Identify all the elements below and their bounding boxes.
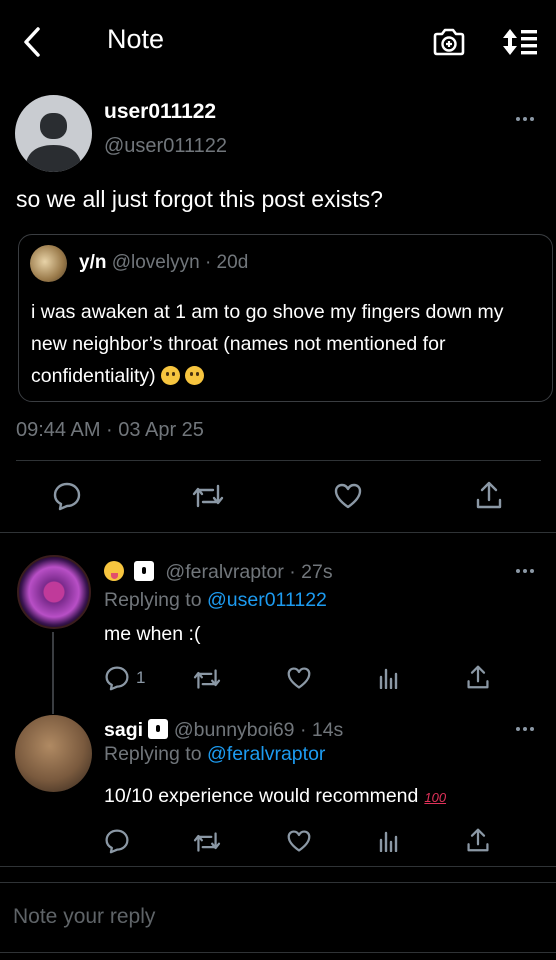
views-button[interactable] [378,830,400,852]
bar-chart-icon [379,831,398,852]
more-options-button[interactable] [515,726,535,732]
post-timestamp: 09:44 AM · 03 Apr 25 [16,419,204,441]
share-button[interactable] [475,480,503,510]
sort-button[interactable] [500,24,540,60]
replying-to: Replying to @user011122 [104,589,327,612]
reply-handle[interactable]: @bunnyboi69 [174,719,295,741]
divider [0,866,556,867]
ellipsis-icon [516,569,534,573]
ellipsis-icon [516,117,534,121]
page-title: Note [107,24,165,54]
reply-button[interactable] [104,828,130,854]
replying-prefix: Replying to [104,743,202,765]
avatar[interactable] [17,555,91,629]
back-button[interactable] [14,24,50,60]
bar-chart-icon [379,668,398,689]
reply-button[interactable] [52,481,82,511]
quoted-handle: @lovelyyn [111,252,200,273]
quoted-age: · 20d [204,252,249,273]
camera-plus-icon [433,28,465,56]
like-button[interactable] [286,666,312,690]
chevron-left-icon [24,27,40,57]
lock-icon [134,561,154,581]
share-icon [476,481,502,509]
camera-button[interactable] [431,24,467,60]
quoted-text: i was awaken at 1 am to go shove my fing… [31,301,504,387]
repost-icon [193,669,221,689]
author-handle[interactable]: @user011122 [104,135,227,158]
reply-input[interactable]: Note your reply [13,905,155,929]
tongue-emoji-icon [104,561,124,581]
heart-icon [287,667,311,689]
repost-button[interactable] [192,667,222,691]
like-button[interactable] [286,829,312,853]
reply-text-block: 10/10 experience would recommend 100 [104,785,446,808]
comment-icon [105,829,129,854]
quoted-text-block: i was awaken at 1 am to go shove my fing… [31,296,531,392]
more-options-button[interactable] [515,568,535,574]
repost-button[interactable] [192,830,222,854]
reply-handle[interactable]: @feralvraptor [165,561,283,583]
default-user-icon [25,113,82,172]
comment-icon [53,482,81,511]
reply-count: 1 [136,668,146,687]
avatar[interactable] [15,95,92,172]
quoted-name: y/n [79,252,107,273]
avatar[interactable] [15,715,92,792]
repost-button[interactable] [191,482,225,510]
reply-button[interactable]: 1 [104,665,145,691]
divider [16,460,541,461]
more-options-button[interactable] [515,116,535,122]
ellipsis-icon [516,727,534,731]
laughing-emoji-icon [184,366,204,385]
share-icon [467,665,489,689]
reply-header: @feralvraptor · 27s [104,561,333,584]
quoted-header: y/n @lovelyyn · 20d [79,252,248,274]
replying-prefix: Replying to [104,589,202,611]
quoted-avatar [30,245,67,282]
replying-to-link[interactable]: @user011122 [207,589,327,611]
share-button[interactable] [466,664,490,690]
divider [0,532,556,533]
post-text: so we all just forgot this post exists? [16,186,383,212]
sort-list-icon [503,29,537,55]
share-icon [467,828,489,852]
comment-icon [105,666,129,691]
reply-header: sagi @bunnyboi69 · 14s [104,719,343,742]
repost-icon [193,832,221,852]
heart-icon [334,483,362,509]
divider [0,952,556,953]
author-name[interactable]: user011122 [104,100,216,124]
hundred-points-emoji-icon: 100 [424,790,447,805]
reply-name[interactable]: sagi [104,719,143,741]
replying-to: Replying to @feralvraptor [104,743,325,766]
reply-age: · 14s [299,719,344,741]
grimace-emoji-icon [160,366,180,385]
thread-line [52,632,54,714]
views-button[interactable] [378,667,400,689]
replying-to-link[interactable]: @feralvraptor [207,743,325,765]
lock-icon [148,719,169,739]
divider [0,882,556,883]
like-button[interactable] [333,482,363,510]
reply-age: · 27s [289,561,333,583]
repost-icon [192,484,224,508]
share-button[interactable] [466,827,490,853]
reply-text: me when :( [104,623,201,645]
reply-text: 10/10 experience would recommend [104,785,419,807]
heart-icon [287,830,311,852]
